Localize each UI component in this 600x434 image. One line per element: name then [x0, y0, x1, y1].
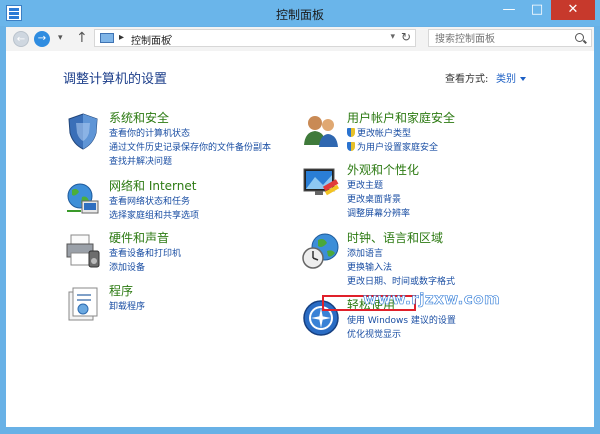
recent-locations-dropdown[interactable]: ▾ [58, 33, 63, 43]
maximize-button[interactable]: □ [523, 0, 551, 20]
control-panel-icon [100, 33, 114, 43]
view-by-label: 查看方式: [445, 74, 489, 85]
globe-clock-icon[interactable] [301, 231, 341, 271]
search-input[interactable] [433, 31, 567, 47]
category-link[interactable]: 查看网络状态和任务 [109, 194, 190, 207]
category-title[interactable]: 系统和安全 [109, 109, 169, 126]
category-link[interactable]: 优化视觉显示 [347, 327, 401, 340]
users-icon[interactable] [301, 111, 341, 151]
category-title[interactable]: 网络和 Internet [109, 177, 196, 194]
minimize-button[interactable]: — [495, 0, 523, 20]
control-panel-window: 控制面板 — □ ✕ ← → ▾ ↑ ▸ 控制面板 › ▾ ↻ 调整计算机的设置… [0, 0, 600, 434]
search-icon[interactable] [575, 33, 584, 42]
watermark: www.rjzxw.com [363, 290, 501, 309]
back-button[interactable]: ← [13, 31, 29, 47]
window-bottom-border [0, 427, 600, 434]
search-box[interactable] [428, 29, 592, 47]
shield-icon[interactable] [63, 111, 103, 151]
breadcrumb-control-panel[interactable]: 控制面板 [131, 32, 171, 47]
category-title[interactable]: 程序 [109, 282, 133, 299]
printer-icon[interactable] [63, 231, 103, 271]
category-link[interactable]: 查看设备和打印机 [109, 246, 181, 259]
category-title[interactable]: 外观和个性化 [347, 161, 419, 178]
address-bar[interactable]: ▸ 控制面板 › ▾ ↻ [94, 29, 416, 47]
category-link[interactable]: 更改桌面背景 [347, 192, 401, 205]
title-bar[interactable]: 控制面板 — □ ✕ [0, 0, 600, 26]
close-button[interactable]: ✕ [551, 0, 595, 20]
category-link[interactable]: 添加设备 [109, 260, 145, 273]
monitor-paint-icon[interactable] [301, 163, 341, 203]
address-dropdown[interactable]: ▾ [390, 32, 395, 42]
category-title[interactable]: 时钟、语言和区域 [347, 229, 443, 246]
uac-shield-icon [347, 142, 355, 151]
category-title[interactable]: 用户帐户和家庭安全 [347, 109, 455, 126]
category-link[interactable]: 添加语言 [347, 246, 383, 259]
category-link[interactable]: 为用户设置家庭安全 [347, 140, 438, 153]
category-link-text[interactable]: 为用户设置家庭安全 [357, 143, 438, 153]
navigation-bar: ← → ▾ ↑ ▸ 控制面板 › ▾ ↻ [6, 27, 594, 51]
breadcrumb-separator[interactable]: ▸ [119, 32, 124, 43]
page-title: 调整计算机的设置 [63, 72, 168, 87]
category-link[interactable]: 更改日期、时间或数字格式 [347, 274, 455, 287]
category-link[interactable]: 查找并解决问题 [109, 154, 172, 167]
programs-icon[interactable] [63, 284, 103, 324]
category-link[interactable]: 调整屏幕分辨率 [347, 206, 410, 219]
category-link[interactable]: 查看你的计算机状态 [109, 126, 190, 139]
category-link[interactable]: 通过文件历史记录保存你的文件备份副本 [109, 140, 271, 153]
category-link[interactable]: 卸载程序 [109, 299, 145, 312]
content-area: 调整计算机的设置 查看方式: 类别 系统和安全 查看你的计算机状态 通过文件历史… [6, 51, 594, 427]
up-button[interactable]: ↑ [76, 30, 88, 46]
uac-shield-icon [347, 128, 355, 137]
category-title[interactable]: 硬件和声音 [109, 229, 169, 246]
category-link[interactable]: 更改主题 [347, 178, 383, 191]
view-by-dropdown[interactable]: 类别 [496, 70, 526, 85]
category-link[interactable]: 更改帐户类型 [347, 126, 411, 139]
category-link[interactable]: 使用 Windows 建议的设置 [347, 313, 456, 326]
category-link[interactable]: 选择家庭组和共享选项 [109, 208, 199, 221]
category-link[interactable]: 更换输入法 [347, 260, 392, 273]
forward-button[interactable]: → [34, 31, 50, 47]
breadcrumb-chevron[interactable]: › [169, 32, 173, 42]
globe-network-icon[interactable] [63, 179, 103, 219]
refresh-button[interactable]: ↻ [401, 30, 411, 44]
category-link-text[interactable]: 更改帐户类型 [357, 129, 411, 139]
